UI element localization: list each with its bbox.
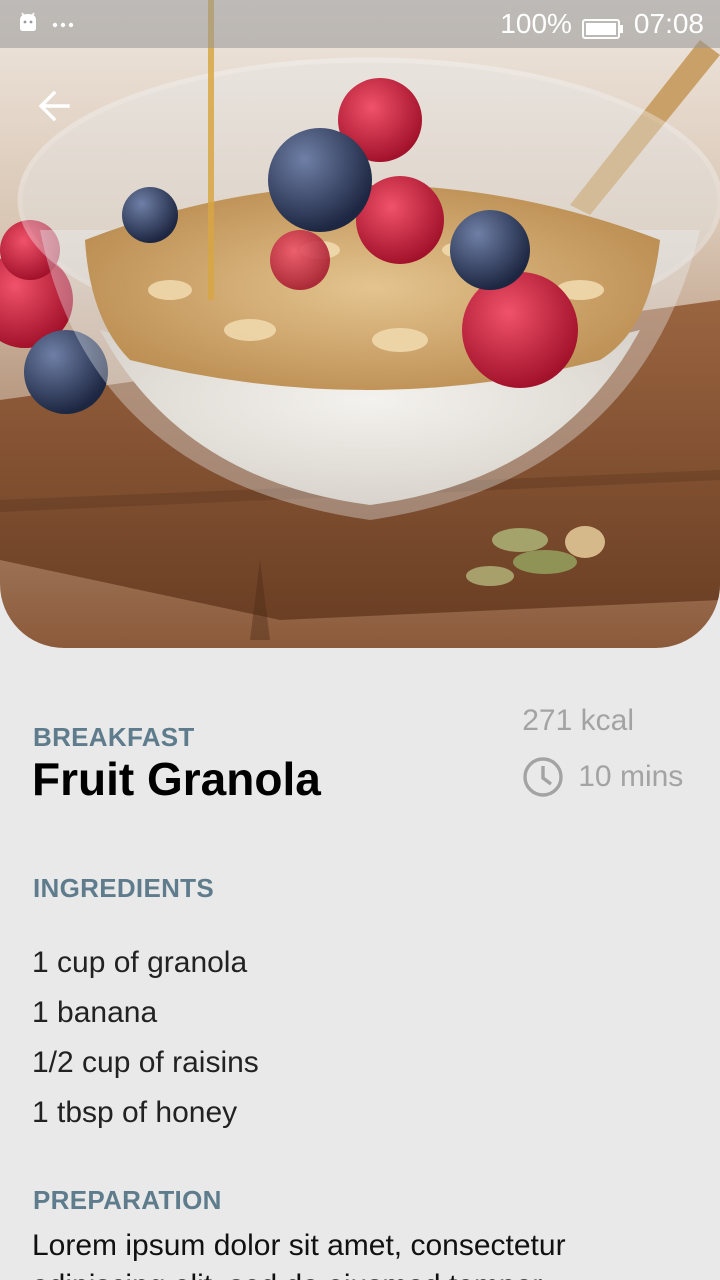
recipe-category: BREAKFAST <box>33 722 195 752</box>
android-icon <box>18 12 38 37</box>
preparation-heading: PREPARATION <box>33 1185 222 1215</box>
more-dots-icon <box>52 15 74 33</box>
preparation-text: Lorem ipsum dolor sit amet, consectetur … <box>32 1229 566 1280</box>
battery-percent: 100% <box>500 8 572 39</box>
clock-icon <box>523 757 563 797</box>
ingredient-item: 1/2 cup of raisins <box>32 1046 259 1079</box>
ingredient-item: 1 cup of granola <box>32 946 248 979</box>
ingredient-item: 1 banana <box>32 996 158 1029</box>
recipe-title: Fruit Granola <box>32 753 321 805</box>
clock: 07:08 <box>633 8 704 39</box>
recipe-meta: 271 kcal 10 mins <box>522 704 686 798</box>
ingredient-item: 1 tbsp of honey <box>32 1096 238 1129</box>
battery-icon <box>581 14 624 39</box>
back-button[interactable] <box>30 82 78 130</box>
ingredients-heading: INGREDIENTS <box>33 873 214 903</box>
hero-image <box>0 0 720 648</box>
ingredients-list: 1 cup of granola 1 banana 1/2 cup of rai… <box>32 942 259 1142</box>
status-bar: 100% 07:08 <box>0 0 720 48</box>
status-right: 100% 07:08 <box>500 8 704 40</box>
status-left-icons <box>18 12 74 37</box>
duration-label: 10 mins <box>578 760 684 793</box>
duration-row: 10 mins <box>522 756 686 798</box>
arrow-left-icon <box>38 90 70 122</box>
calories-label: 271 kcal <box>522 704 634 737</box>
